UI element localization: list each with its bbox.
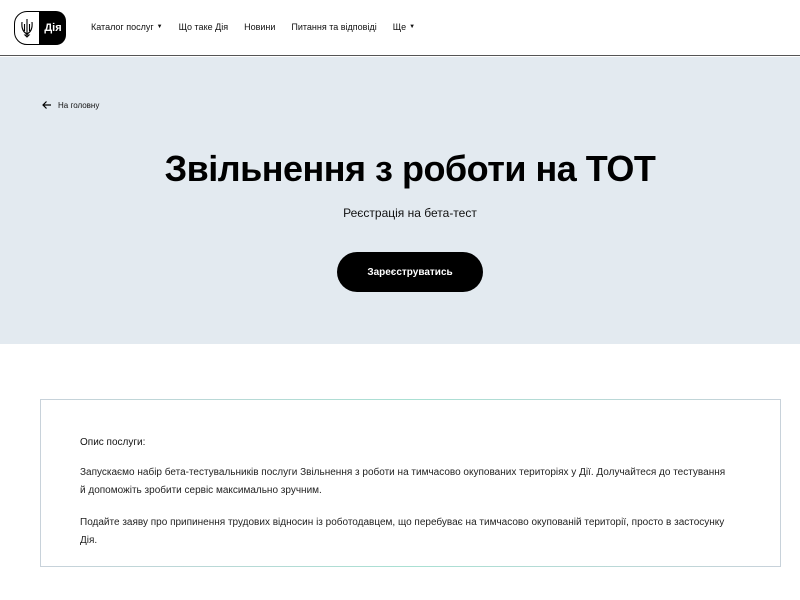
register-button[interactable]: Зареєструватись <box>337 252 483 292</box>
page-title: Звільнення з роботи на ТОТ <box>164 148 656 189</box>
diia-logo[interactable]: Дія <box>14 11 66 45</box>
nav-what-is-diia[interactable]: Що таке Дія <box>179 22 228 32</box>
trident-icon <box>14 11 40 45</box>
arrow-left-icon <box>42 101 51 109</box>
back-to-home-link[interactable]: На головну <box>42 100 99 110</box>
description-paragraph: Запускаємо набір бета-тестувальників пос… <box>80 467 726 496</box>
nav-catalog-label: Каталог послуг <box>91 22 154 32</box>
nav-more-label: Ще <box>392 22 407 32</box>
page-subtitle: Реєстрація на бета-тест <box>343 206 477 220</box>
chevron-down-icon: ▼ <box>409 24 416 30</box>
nav-faq[interactable]: Питання та відповіді <box>291 22 376 32</box>
logo-text: Дія <box>40 11 66 45</box>
chevron-down-icon: ▼ <box>156 24 163 30</box>
nav-what-is-diia-label: Що таке Дія <box>178 22 229 32</box>
description-paragraph: Подайте заяву про припинення трудових ві… <box>80 517 725 546</box>
back-link-label: На головну <box>58 100 100 110</box>
nav-more[interactable]: Ще ▼ <box>393 22 415 32</box>
description-heading: Опис послуги: <box>80 437 146 448</box>
nav-news[interactable]: Новини <box>244 22 275 32</box>
service-description-card: Опис послуги: Запускаємо набір бета-тест… <box>40 399 781 567</box>
nav-news-label: Новини <box>244 22 276 32</box>
site-header: Дія Каталог послуг ▼ Що таке Дія Новини … <box>0 0 800 56</box>
hero-section <box>0 57 800 344</box>
nav-faq-label: Питання та відповіді <box>291 22 377 32</box>
main-nav: Каталог послуг ▼ Що таке Дія Новини Пита… <box>91 22 431 32</box>
nav-catalog[interactable]: Каталог послуг ▼ <box>91 22 163 32</box>
